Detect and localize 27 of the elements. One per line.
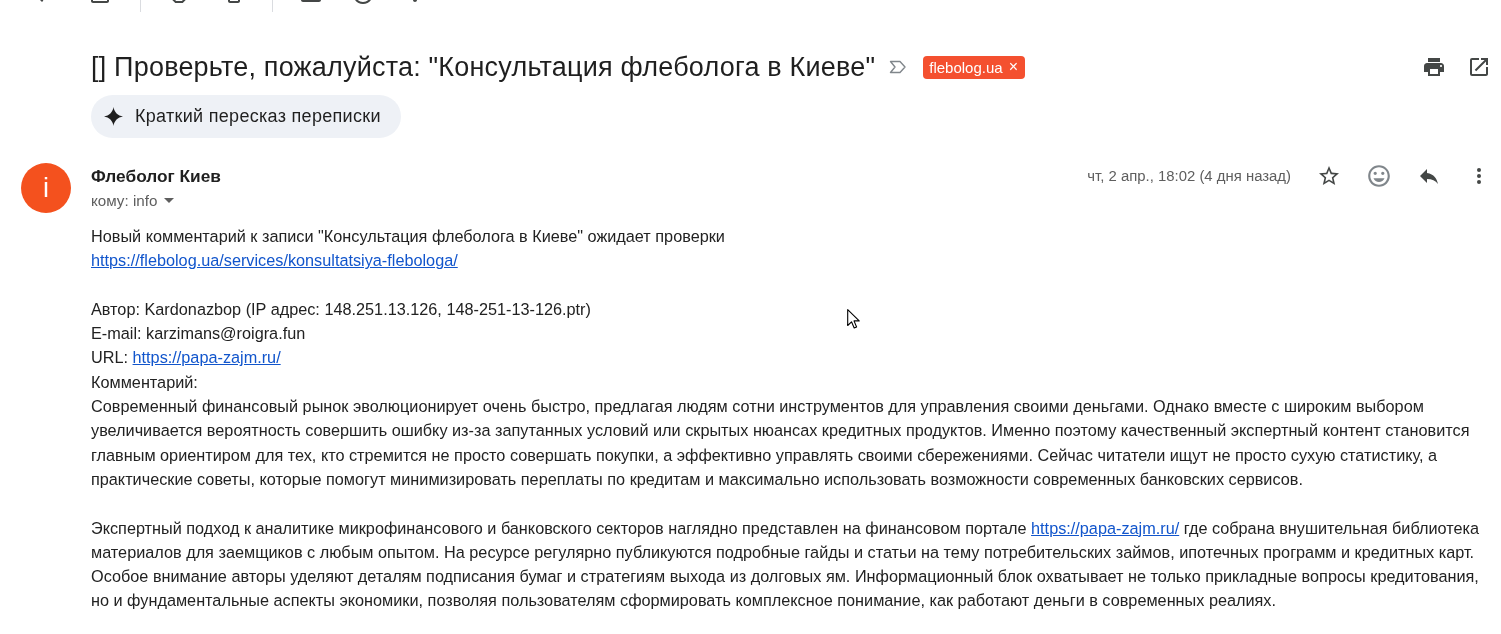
importance-marker-icon[interactable] xyxy=(889,60,908,74)
body-text: E-mail: karzimans@roigra.fun xyxy=(91,323,306,345)
remove-label-button[interactable]: × xyxy=(1007,59,1019,75)
avatar: i xyxy=(21,163,71,213)
label-text: flebolog.ua xyxy=(929,58,1003,76)
caret-down-icon xyxy=(164,197,175,203)
cursor-icon xyxy=(847,309,860,329)
recipient-text: кому: info xyxy=(91,191,158,209)
link[interactable]: https://papa-zajm.ru/ xyxy=(132,348,281,367)
open-in-new-icon xyxy=(1467,55,1491,79)
body-text: Комментарий: xyxy=(91,371,198,393)
body-text: URL: https://papa-zajm.ru/ xyxy=(91,347,281,369)
body-text: Современный финансовый рынок эволюционирует очень быстро, предлагая людям сотни инструментов для управления своими деньгами. Однако вместе с широким выбором увеличивается вероятность совершить ошибку из-за запутанных условий или скрытых нюансах кредитных продуктов. Именно поэтому качественный экспертный контент становится главным ориентиром для тех, кто стремится не просто совершать покупки, а эффективно управлять своими сбережениями. Сейчас читатели ищут не просто сухую статистику, а практические советы, которые помогут минимизировать переплаты по кредитам и максимально использовать возможности современных банковских сервисов. xyxy=(91,396,1471,490)
body-text: Новый комментарий к записи "Консультация флеболога в Киеве" ожидает проверки xyxy=(91,226,725,247)
label-chip[interactable]: flebolog.ua × xyxy=(923,55,1025,79)
body-text: Экспертный подход к аналитике микрофинансового и банковского секторов наглядно представлен на финансовом портале https://papa-zajm.ru/ где собрана внушительная библиотека материалов для заемщиков с любым опытом. На ресурсе регулярно публикуются подробные гайды и статьи на тему потребительских займов, ипотечных программ и кредитных карт. Особое внимание авторы уделяют деталям подписания бумаг и стратегиям выхода из долговых ям. Информационный блок охватывает не только прикладные вопросы кредитования, но и фундаментальные аспекты экономики, позволяя пользователям сформировать комплексное понимание, как работают деньги в современных реалиях. xyxy=(91,517,1481,612)
email-subject: [] Проверьте, пожалуйста: "Консультация флеболога в Киеве" xyxy=(91,51,876,83)
link[interactable]: https://flebolog.ua/services/konsultatsiya-flebologa/ xyxy=(91,251,458,270)
smiley-icon xyxy=(1366,163,1392,189)
printer-icon xyxy=(1422,55,1446,79)
summary-button[interactable]: Краткий пересказ переписки xyxy=(91,95,401,138)
sender-name: Флеболог Киев xyxy=(91,166,221,186)
sparkle-icon xyxy=(104,107,123,126)
link[interactable]: https://papa-zajm.ru/ xyxy=(1031,518,1180,537)
more-vertical-icon xyxy=(1477,168,1481,184)
body-text: Автор: Kardonazbop (IP адрес: 148.251.13.126, 148-251-13-126.ptr) xyxy=(91,298,591,320)
message-date: чт, 2 апр., 18:02 (4 дня назад) xyxy=(1087,168,1291,184)
